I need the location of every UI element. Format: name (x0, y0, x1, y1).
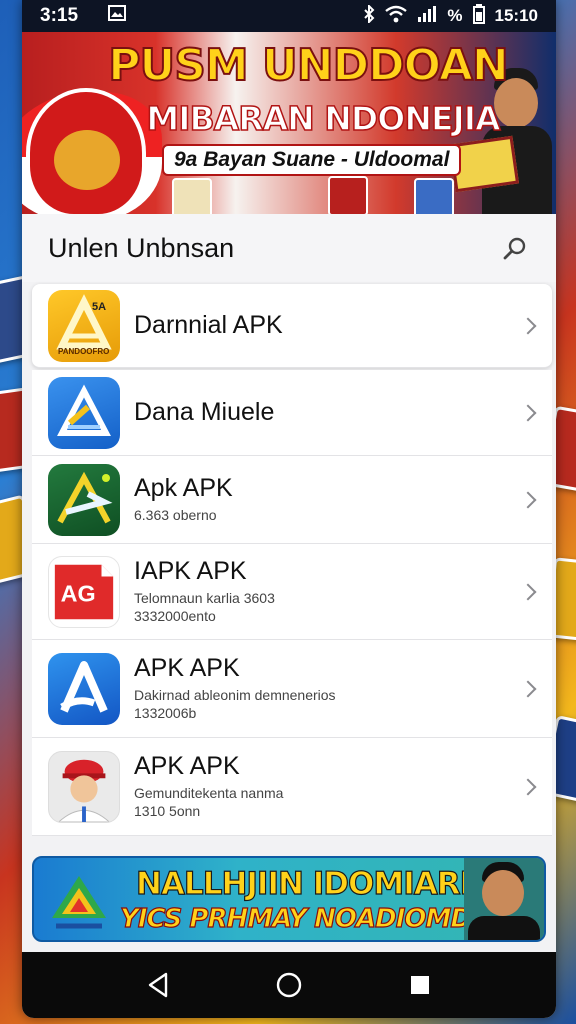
list-item[interactable]: Apk APK 6.363 oberno (32, 456, 552, 544)
svg-text:5A: 5A (92, 301, 106, 313)
status-time: 3:15 (40, 5, 79, 26)
stamp-graphic (414, 178, 454, 214)
list-item[interactable]: APK APK Gemunditekenta nanma 1310 5onn (32, 738, 552, 836)
navigation-bar (22, 952, 556, 1018)
list-item[interactable]: 5A PANDOOFRO Darnnial APK (32, 284, 552, 368)
phone-screen: 3:15 % 15:10 PUSM UNDDOAN MIBARAN NDONEJ… (22, 0, 556, 1018)
mascot-face (54, 130, 120, 190)
boy-avatar-icon (48, 750, 120, 823)
banner-title: PUSM UNDDOAN (107, 40, 509, 91)
app-name: APK APK (134, 653, 240, 682)
home-icon (276, 972, 302, 998)
app-meta: 6.363 oberno (134, 507, 217, 524)
banner-subtitle: MIBARAN NDONEJIA (146, 99, 502, 138)
list-header: Unlen Unbnsan (22, 214, 556, 282)
app-meta: Telomnaun karlia 3603 3332000ento (134, 590, 275, 625)
search-icon (503, 237, 526, 260)
app-name: Dana Miuele (134, 397, 275, 426)
app-name: Darnnial APK (134, 310, 283, 339)
app-meta: Dakirnad ableonim demnenerios 1332006b (134, 687, 336, 722)
page-title: Unlen Unbnsan (48, 232, 235, 263)
status-clock-right: 15:10 (494, 6, 538, 25)
app-list: 5A PANDOOFRO Darnnial APK Dana Miuele Ap… (32, 284, 552, 836)
footer-ad-person (464, 858, 544, 940)
stamp-graphic (328, 176, 368, 214)
list-item[interactable]: APK APK Dakirnad ableonim demnenerios 13… (32, 640, 552, 738)
stamp-graphic (172, 178, 212, 214)
battery-icon (472, 3, 485, 29)
colorful-arrow-logo-icon (52, 876, 106, 929)
svg-text:AG: AG (61, 580, 96, 606)
signal-icon (417, 5, 437, 28)
green-arrow-icon (48, 463, 120, 536)
banner-tagline: 9a Bayan Suane - Uldoomal (162, 144, 462, 176)
wifi-icon (385, 5, 408, 28)
recent-apps-button[interactable] (398, 963, 442, 1007)
footer-ad-banner[interactable]: NALLHJIIN IDOMIARD YICS PRHMAY NOADIOMDO… (32, 856, 546, 942)
status-bar: 3:15 % 15:10 (22, 0, 556, 32)
footer-ad-headline: NALLHJIIN IDOMIARD (135, 865, 486, 902)
list-item[interactable]: Dana Miuele (32, 370, 552, 456)
battery-percent: % (447, 6, 463, 25)
blue-a-icon (48, 652, 120, 725)
search-button[interactable] (500, 233, 530, 263)
back-button[interactable] (136, 963, 180, 1007)
promo-banner[interactable]: PUSM UNDDOAN MIBARAN NDONEJIA 9a Bayan S… (22, 32, 556, 214)
blue-triangle-icon (48, 376, 120, 449)
app-name: IAPK APK (134, 556, 247, 585)
footer-ad-subline: YICS PRHMAY NOADIOMDO!! (119, 903, 515, 934)
svg-text:PANDOOFRO: PANDOOFRO (58, 347, 109, 356)
yellow-triangle-icon: 5A PANDOOFRO (48, 289, 120, 362)
recent-apps-icon (411, 976, 430, 994)
app-name: APK APK (134, 751, 240, 780)
back-icon (148, 972, 167, 998)
red-page-icon: AG (48, 555, 120, 628)
gallery-notification-icon (108, 5, 127, 27)
app-meta: Gemunditekenta nanma 1310 5onn (134, 785, 284, 820)
list-item[interactable]: AG IAPK APK Telomnaun karlia 3603 333200… (32, 544, 552, 640)
home-button[interactable] (267, 963, 311, 1007)
bluetooth-icon (363, 3, 375, 28)
app-name: Apk APK (134, 473, 233, 502)
